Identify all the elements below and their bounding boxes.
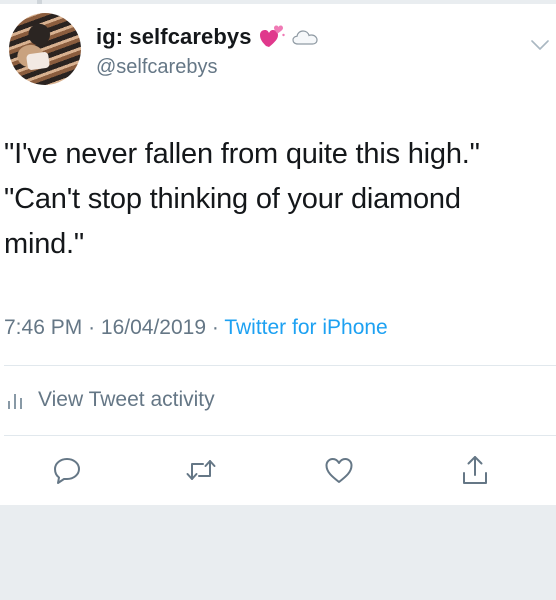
bottom-background (0, 505, 556, 600)
retweet-icon (185, 455, 217, 485)
share-button[interactable] (458, 453, 492, 487)
tweet-text-line: "Can't stop thinking of your diamond (4, 183, 461, 215)
retweet-button[interactable] (184, 453, 218, 487)
view-tweet-activity-button[interactable]: View Tweet activity (6, 388, 215, 412)
tweet-header: ig: selfcarebys @selfcarebys (96, 22, 318, 79)
like-icon (324, 456, 354, 484)
cloud-icon (291, 28, 318, 46)
tweet-text: "I've never fallen from quite this high.… (4, 132, 549, 267)
tweet-source-link[interactable]: Twitter for iPhone (224, 316, 387, 339)
like-button[interactable] (322, 453, 356, 487)
meta-separator: · (88, 316, 96, 339)
reply-button[interactable] (50, 453, 84, 487)
two-hearts-icon (259, 25, 286, 49)
view-tweet-activity-label: View Tweet activity (38, 388, 215, 411)
tweet-metadata: 7:46 PM · 16/04/2019 · Twitter for iPhon… (4, 316, 388, 340)
divider (4, 365, 556, 366)
tweet-text-line: "I've never fallen from quite this high.… (4, 138, 480, 170)
tweet-text-line: mind." (4, 228, 85, 260)
meta-separator: · (211, 316, 219, 339)
divider (4, 435, 556, 436)
chevron-down-icon[interactable] (531, 38, 549, 50)
tweet-time: 7:46 PM (4, 316, 83, 339)
tweet-date: 16/04/2019 (100, 316, 207, 339)
avatar-face (25, 51, 51, 71)
top-strip-nub (37, 0, 42, 4)
share-icon (460, 454, 490, 486)
reply-icon (52, 455, 82, 485)
display-name-row: ig: selfcarebys (96, 22, 318, 52)
handle[interactable]: @selfcarebys (96, 56, 318, 79)
bar-chart-icon (6, 391, 26, 409)
top-strip (0, 0, 556, 4)
avatar[interactable] (9, 13, 81, 85)
display-name[interactable]: ig: selfcarebys (96, 24, 252, 50)
